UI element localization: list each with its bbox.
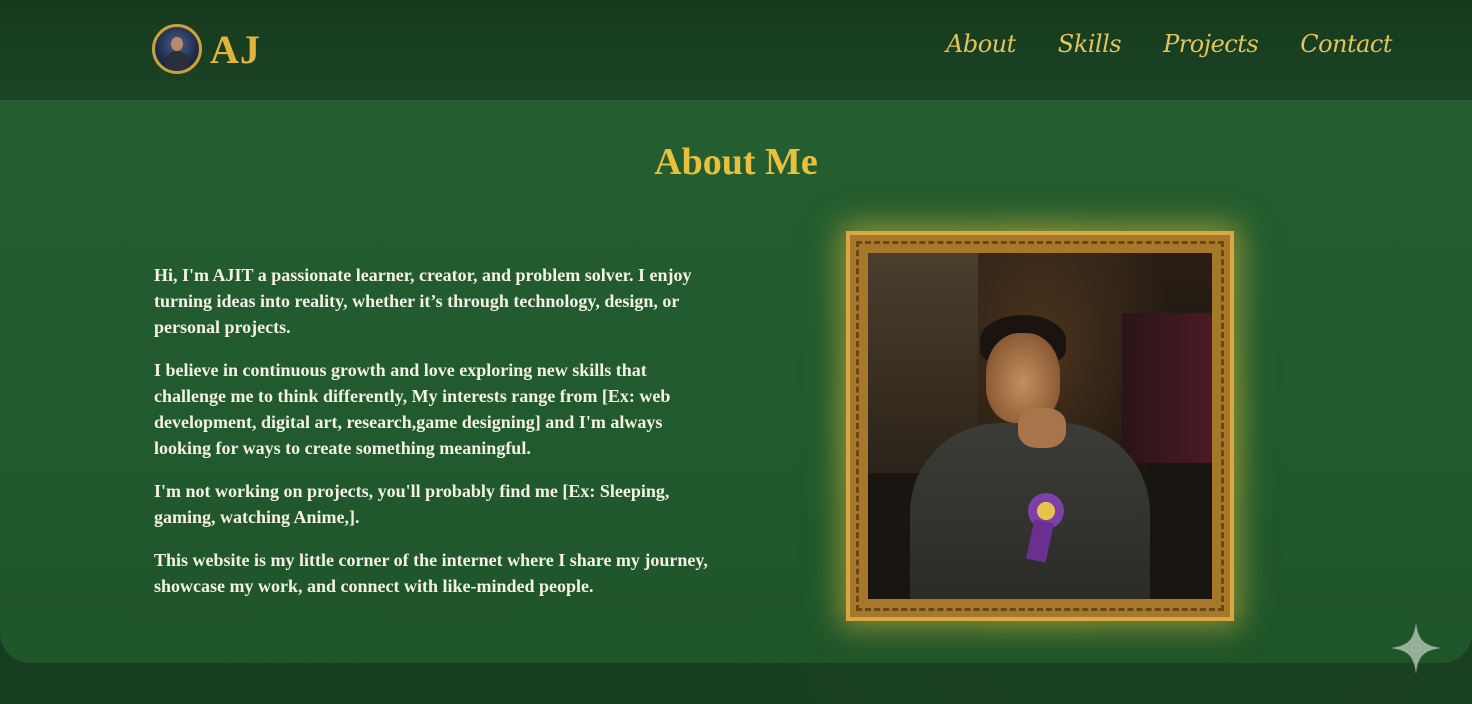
navbar: AJ About Skills Projects Contact [0, 0, 1472, 100]
sparkle-icon [1390, 622, 1442, 674]
about-paragraph-website: This website is my little corner of the … [154, 550, 708, 596]
avatar-logo-icon [152, 24, 202, 74]
nav-menu: About Skills Projects Contact [946, 30, 1393, 58]
about-text: Hi, I'm AJIT a passionate learner, creat… [154, 262, 714, 616]
nav-link-contact[interactable]: Contact [1300, 30, 1392, 58]
about-paragraph-intro: Hi, I'm AJIT a passionate learner, creat… [154, 265, 692, 337]
section-title: About Me [654, 141, 818, 183]
portrait-frame [846, 231, 1234, 621]
nav-link-skills[interactable]: Skills [1058, 30, 1122, 58]
logo-text: AJ [210, 26, 261, 72]
about-paragraph-hobbies: I'm not working on projects, you'll prob… [154, 481, 670, 527]
nav-link-projects[interactable]: Projects [1163, 30, 1259, 58]
portrait-photo-icon [868, 253, 1212, 599]
about-paragraph-growth: I believe in continuous growth and love … [154, 360, 671, 458]
site-logo[interactable]: AJ [152, 24, 261, 74]
nav-link-about[interactable]: About [946, 30, 1016, 58]
